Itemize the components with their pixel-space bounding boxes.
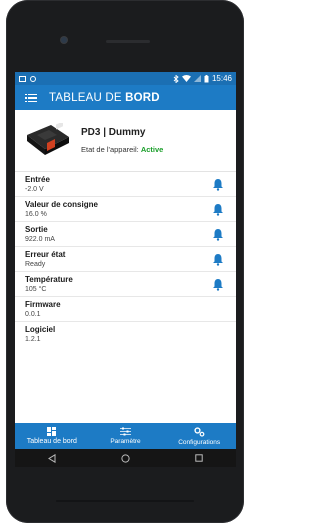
status-bar: 15:46 (15, 72, 236, 85)
app-screen: 15:46 TABLEAU DE BORD PD3 | Dummy Etat d… (15, 72, 236, 467)
bell-icon[interactable] (212, 278, 224, 291)
item-value: 0.0.1 (25, 310, 41, 318)
list-item[interactable]: Température 105 °C (15, 272, 236, 297)
recents-icon[interactable] (193, 452, 205, 464)
nav-tab-dashboard[interactable]: Tableau de bord (15, 423, 89, 449)
list-item[interactable]: Firmware 0.0.1 (15, 297, 236, 322)
earpiece-speaker (106, 40, 150, 43)
list-item[interactable]: Valeur de consigne 16.0 % (15, 197, 236, 222)
image-icon (19, 75, 26, 82)
bell-icon[interactable] (212, 228, 224, 241)
item-label: Valeur de consigne (25, 199, 98, 209)
menu-icon[interactable] (25, 93, 37, 103)
page-title: TABLEAU DE BORD (49, 91, 160, 104)
item-label: Logiciel (25, 325, 56, 334)
item-label: Entrée (25, 174, 50, 184)
list-item[interactable]: Entrée -2.0 V (15, 172, 236, 197)
device-image (25, 120, 71, 159)
circle-icon (30, 75, 36, 82)
system-navigation-bar (15, 449, 236, 467)
item-label: Température (25, 274, 73, 284)
nav-tab-configurations[interactable]: Configurations (162, 423, 236, 449)
item-value: 105 °C (25, 285, 47, 293)
front-camera (61, 37, 67, 43)
app-bar: TABLEAU DE BORD (15, 85, 236, 110)
wifi-icon (181, 75, 191, 82)
bell-icon[interactable] (212, 178, 224, 191)
item-value: -2.0 V (25, 185, 44, 193)
nav-tab-label: Paramètre (110, 438, 141, 445)
sliders-icon (120, 427, 131, 436)
item-label: Sortie (25, 224, 48, 234)
item-label: Erreur état (25, 249, 66, 259)
device-header: PD3 | Dummy Etat de l'appareil: Active (15, 110, 236, 172)
list-item[interactable]: Sortie 922.0 mA (15, 222, 236, 247)
nav-tab-label: Configurations (178, 438, 221, 446)
item-value: 922.0 mA (25, 235, 55, 243)
phone-chin (56, 500, 194, 502)
bell-icon[interactable] (212, 253, 224, 266)
item-value: Ready (25, 260, 46, 268)
device-name: PD3 | Dummy (81, 127, 146, 138)
home-icon[interactable] (119, 452, 131, 464)
gears-icon (194, 426, 205, 437)
dashboard-icon (47, 427, 57, 436)
item-value: 1.2.1 (25, 336, 41, 343)
clock: 15:46 (211, 74, 232, 83)
nav-tab-label: Tableau de bord (26, 438, 77, 445)
list-item[interactable]: Logiciel 1.2.1 (15, 322, 236, 347)
bottom-navigation: Tableau de bord Paramètre Configurations (15, 423, 236, 449)
signal-icon (193, 75, 201, 82)
back-icon[interactable] (46, 452, 58, 464)
bluetooth-icon (173, 74, 179, 83)
device-state: Etat de l'appareil: Active (81, 145, 164, 154)
bell-icon[interactable] (212, 203, 224, 216)
nav-tab-parameter[interactable]: Paramètre (89, 423, 163, 449)
battery-icon (204, 74, 209, 82)
measurement-list: Entrée -2.0 V Valeur de consigne 16.0 % So… (15, 172, 236, 347)
device-state-value: Active (140, 145, 164, 154)
list-item[interactable]: Erreur état Ready (15, 247, 236, 272)
item-value: 16.0 % (25, 210, 47, 218)
item-label: Firmware (25, 299, 61, 309)
